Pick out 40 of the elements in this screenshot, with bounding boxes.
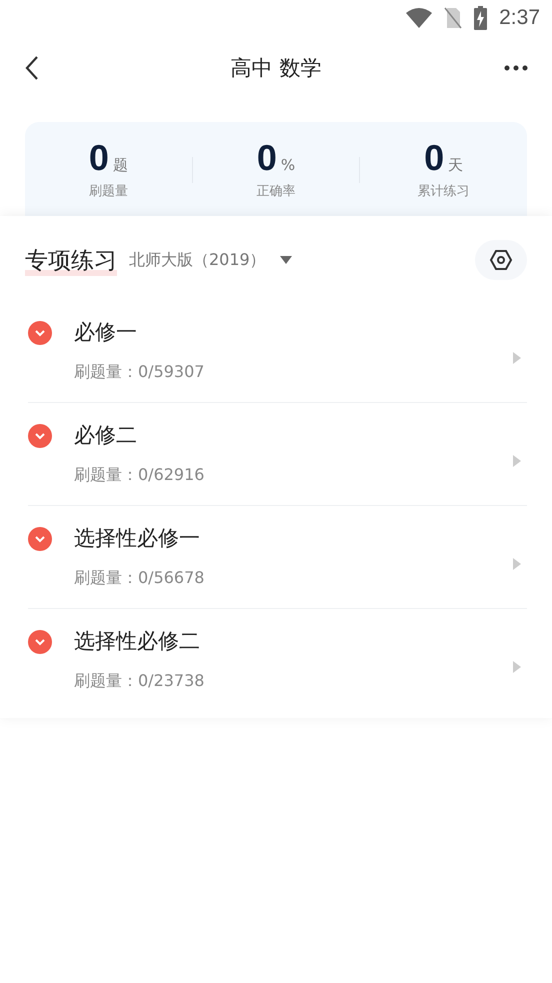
status-time: 2:37: [499, 6, 540, 30]
stat-unit: %: [280, 156, 296, 174]
chapter-count: 刷题量：0/59307: [74, 362, 204, 383]
stat-label: 正确率: [256, 183, 296, 200]
expand-icon[interactable]: [28, 630, 52, 654]
chevron-right-icon: [513, 352, 521, 364]
chapter-count: 刷题量：0/56678: [74, 568, 204, 589]
no-sim-icon: [444, 7, 462, 29]
chapter-item[interactable]: 选择性必修一 刷题量：0/56678: [28, 506, 527, 609]
more-icon: [504, 65, 528, 71]
caret-icon: [280, 256, 292, 264]
stat-value: 0: [256, 140, 277, 176]
stat-label: 累计练习: [418, 183, 470, 200]
stat-unit: 题: [112, 156, 128, 175]
edition-dropdown[interactable]: 北师大版（2019）: [129, 250, 292, 270]
chapter-item[interactable]: 必修二 刷题量：0/62916: [28, 403, 527, 506]
back-icon: [24, 55, 40, 81]
chapter-title: 必修一: [74, 319, 138, 346]
battery-charging-icon: [474, 6, 488, 30]
chevron-right-icon: [513, 558, 521, 570]
expand-icon[interactable]: [28, 527, 52, 551]
chapter-item[interactable]: 选择性必修二 刷题量：0/23738: [28, 609, 527, 712]
chevron-right-icon: [513, 661, 521, 673]
settings-icon: [489, 248, 513, 272]
expand-icon[interactable]: [28, 321, 52, 345]
stat-value: 0: [88, 140, 109, 176]
stat-label: 刷题量: [88, 183, 128, 200]
expand-icon[interactable]: [28, 424, 52, 448]
chapter-title: 必修二: [74, 422, 138, 449]
stat-unit: 天: [448, 156, 464, 175]
settings-button[interactable]: [475, 240, 527, 280]
stat-value: 0: [424, 140, 444, 176]
chapter-item[interactable]: 必修一 刷题量：0/59307: [28, 300, 527, 403]
page-title: 高中 数学: [230, 55, 322, 82]
chapter-title: 选择性必修一: [74, 525, 201, 552]
chapter-title: 选择性必修二: [74, 628, 201, 655]
chapter-count: 刷题量：0/62916: [74, 465, 204, 486]
chapter-count: 刷题量：0/23738: [74, 671, 204, 692]
chevron-right-icon: [513, 455, 521, 467]
wifi-icon: [406, 8, 432, 28]
